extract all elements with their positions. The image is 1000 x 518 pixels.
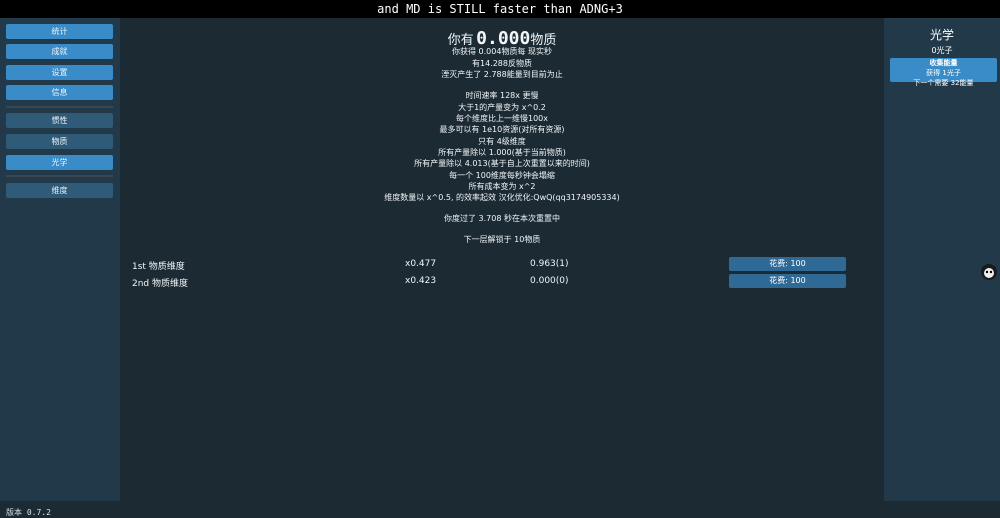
antimatter-amount: 有14.288反物质 — [472, 59, 532, 68]
collect-energy-button[interactable]: 收集能量 获得 1光子 下一个需要 32能量 — [890, 58, 997, 87]
challenge-effect-line: 时间速率 128x 更慢 — [465, 91, 539, 100]
challenge-effect-line: 维度数量以 x^0.5, 的效率起效 汉化优化:QwQ(qq3174905334… — [384, 193, 620, 202]
time-in-reset: 你度过了 3.708 秒在本次重置中 — [444, 214, 560, 223]
challenge-effect-line: 所有产量除以 4.013(基于自上次重置以来的时间) — [414, 159, 590, 168]
photon-count: 0光子 — [931, 46, 953, 55]
annihilation-energy: 湮灭产生了 2.788能量到目前为止 — [441, 70, 563, 79]
left-sidebar: 统计 成就 设置 信息 惯性 物质 光学 维度 版本 0.7.2 — [0, 18, 120, 517]
next-unlock: 下一层解锁于 10物质 — [463, 235, 541, 244]
dimension-amount: 0.000(0) — [530, 276, 569, 286]
nav-info-button[interactable]: 信息 — [6, 85, 113, 100]
sidebar-divider — [6, 175, 113, 177]
challenge-effect-line: 所有产量除以 1.000(基于当前物质) — [438, 148, 566, 157]
challenge-effect-line: 最多可以有 1e10资源(对所有资源) — [439, 125, 565, 134]
buy-dimension-button[interactable]: 花费: 100 — [729, 274, 846, 288]
top-ticker-bar: and MD is STILL faster than ADNG+3 — [0, 0, 1000, 18]
challenge-effect-line: 每个维度比上一维慢100x — [455, 114, 548, 123]
dimension-row: 2nd 物质维度 x0.423 0.000(0) 花费: 100 — [120, 274, 884, 290]
nav-settings-button[interactable]: 设置 — [6, 65, 113, 80]
dimension-name: 2nd 物质维度 — [132, 279, 189, 289]
matter-per-second: 你获得 0.004物质每 现实秒 — [452, 47, 552, 56]
mascot-icon[interactable] — [978, 260, 1000, 282]
main-panel: 你有 0.000物质 你获得 0.004物质每 现实秒 有14.288反物质 湮… — [120, 18, 884, 501]
buy-dimension-button[interactable]: 花费: 100 — [729, 257, 846, 271]
dimension-multiplier: x0.423 — [405, 276, 437, 286]
nav-achievements-button[interactable]: 成就 — [6, 44, 113, 59]
sidebar-divider — [6, 106, 113, 108]
next-photon-cost: 下一个需要 32能量 — [913, 79, 974, 87]
nav-statistics-button[interactable]: 统计 — [6, 24, 113, 39]
nav-matter-button[interactable]: 物质 — [6, 134, 113, 149]
news-ticker: and MD is STILL faster than ADNG+3 — [377, 2, 623, 16]
nav-inertia-button[interactable]: 惯性 — [6, 113, 113, 128]
nav-optics-button[interactable]: 光学 — [6, 155, 113, 170]
dimension-name: 1st 物质维度 — [132, 262, 185, 272]
dimension-row: 1st 物质维度 x0.477 0.963(1) 花费: 100 — [120, 257, 884, 273]
challenge-effect-line: 只有 4级维度 — [478, 137, 526, 146]
version-label: 版本 0.7.2 — [6, 508, 51, 517]
dimension-amount: 0.963(1) — [530, 259, 569, 269]
dimension-multiplier: x0.477 — [405, 259, 437, 269]
challenge-effect-line: 所有成本变为 x^2 — [468, 182, 536, 191]
nav-dimensions-button[interactable]: 维度 — [6, 183, 113, 198]
optics-title: 光学 — [929, 28, 954, 42]
challenge-effect-line: 大于1的产量变为 x^0.2 — [458, 103, 546, 112]
photon-gain: 获得 1光子 — [926, 69, 961, 77]
collect-energy-label: 收集能量 — [929, 59, 958, 67]
challenge-effect-line: 每一个 100维度每秒钟会塌缩 — [449, 171, 555, 180]
